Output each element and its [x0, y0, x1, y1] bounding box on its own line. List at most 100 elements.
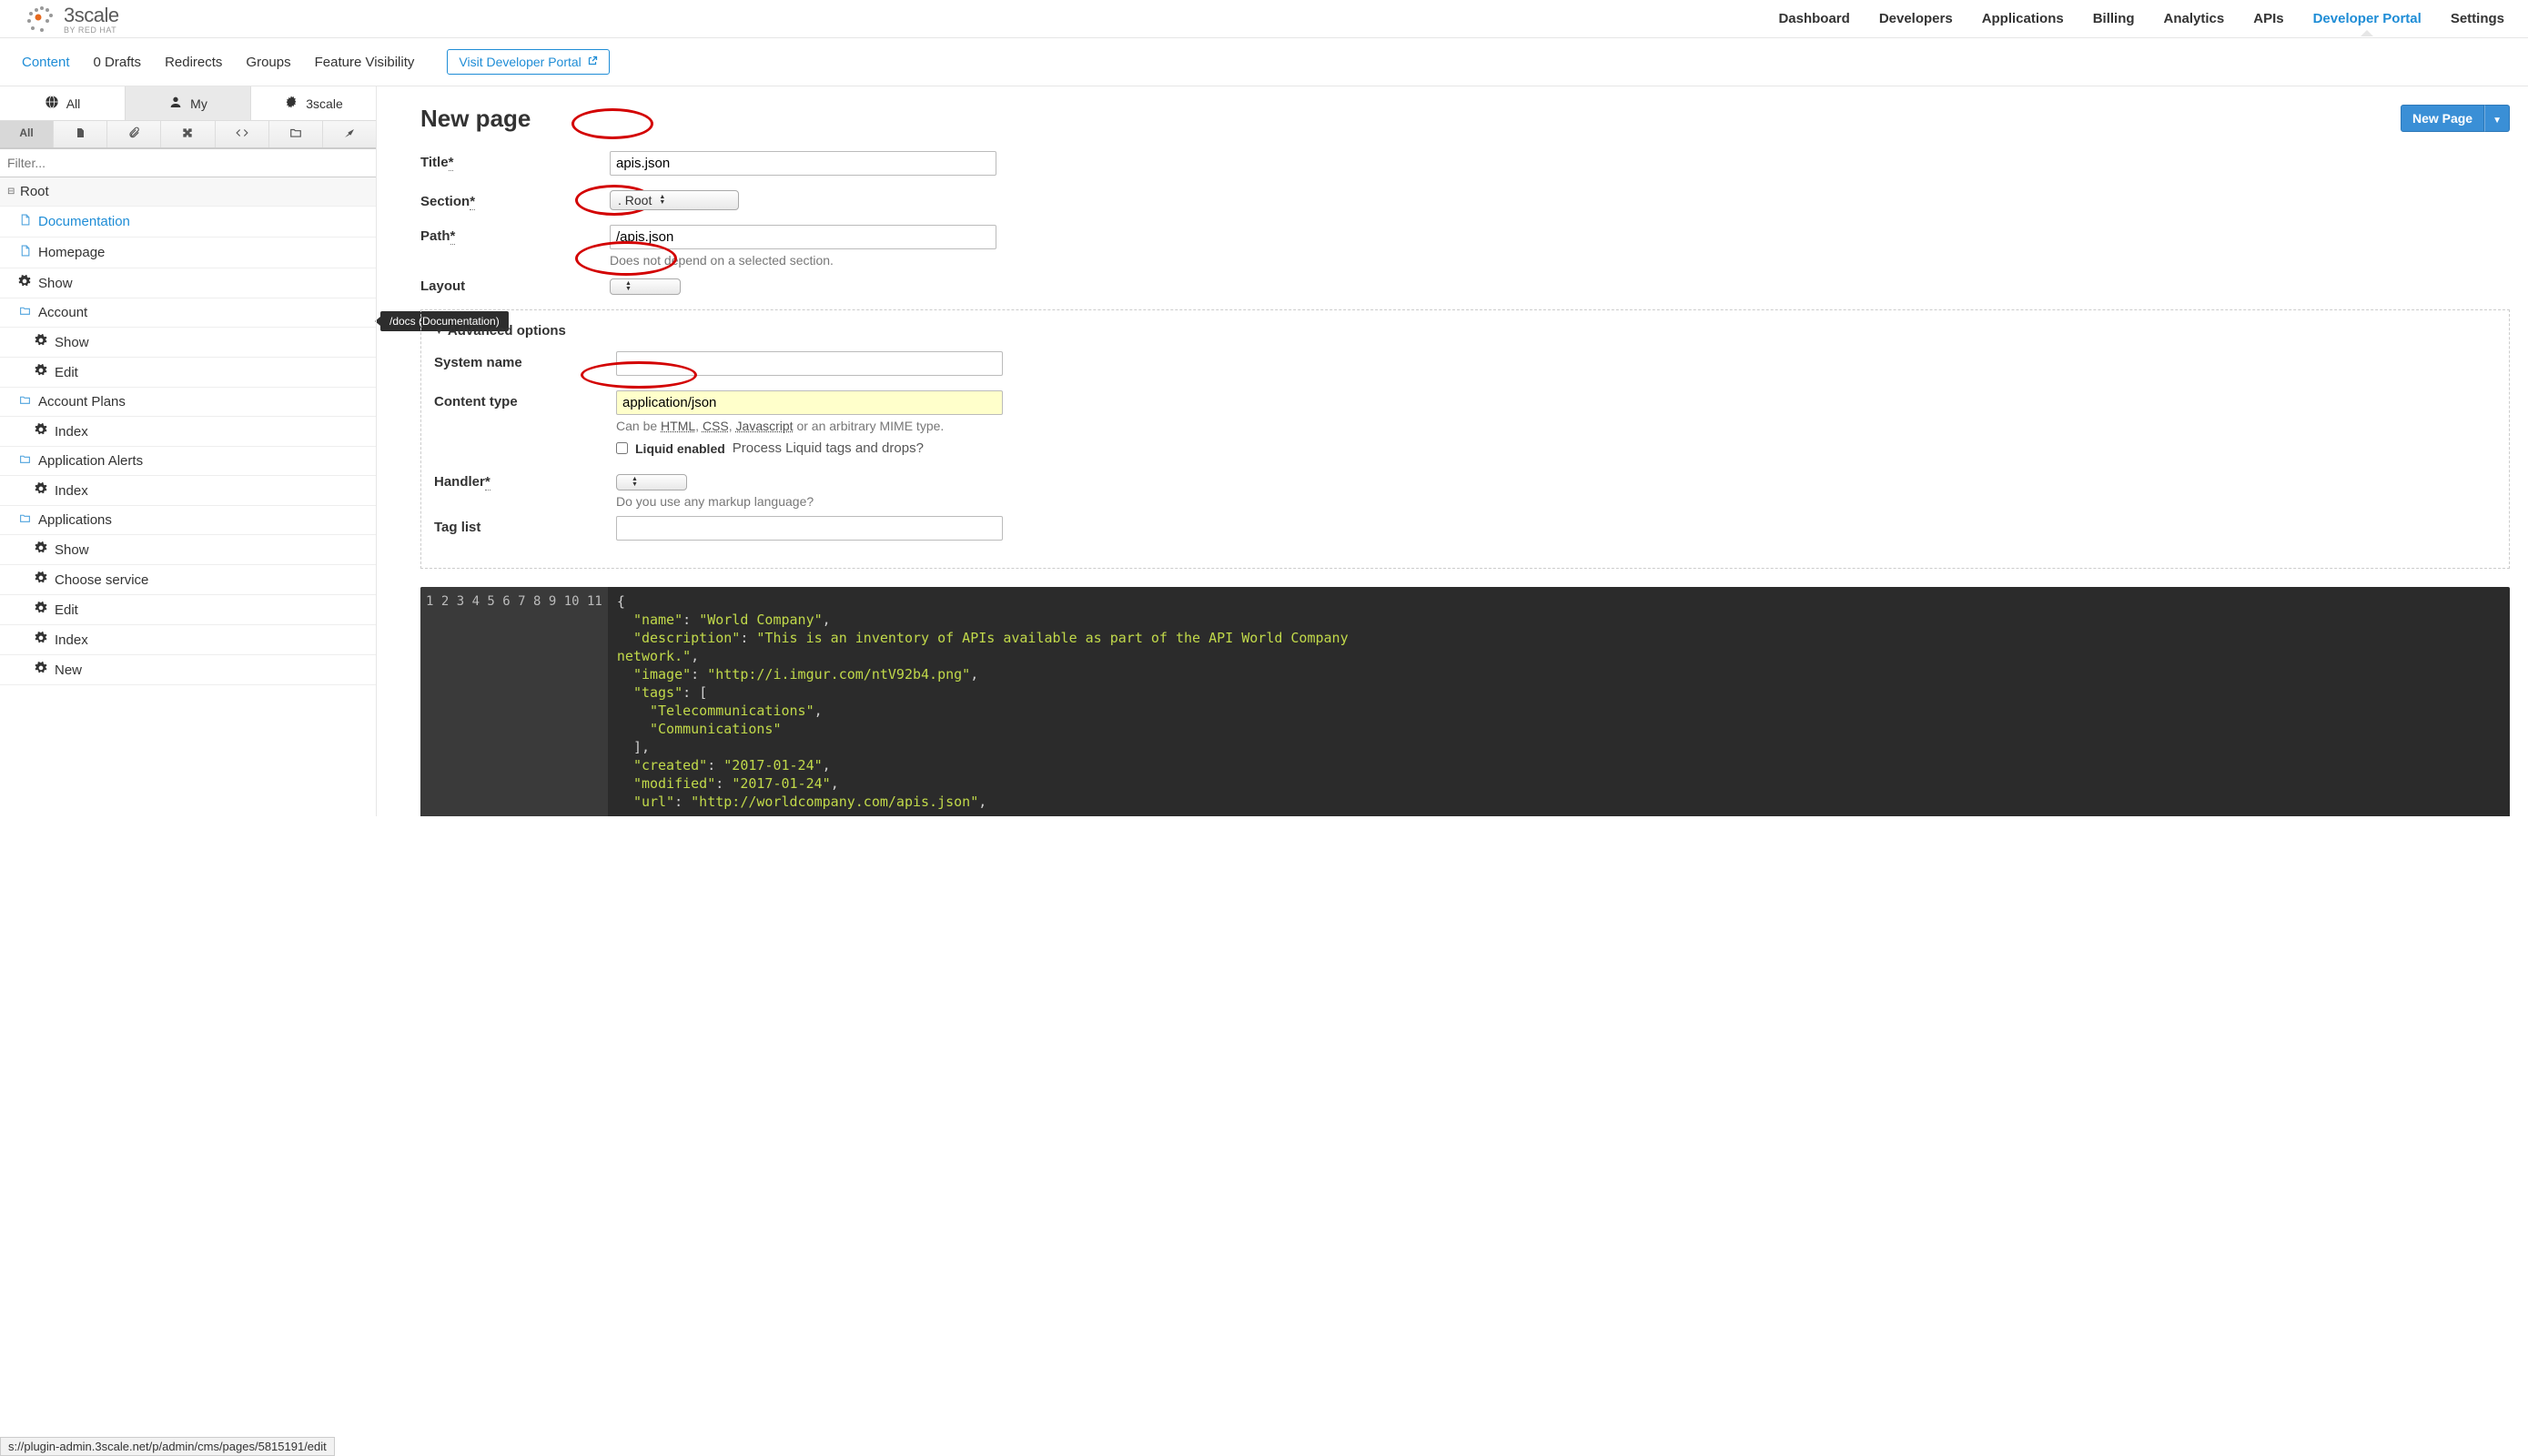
- tree-item[interactable]: Applications: [0, 506, 376, 535]
- logo-subtext: BY RED HAT: [64, 25, 119, 35]
- editor-gutter: 1 2 3 4 5 6 7 8 9 10 11: [420, 587, 608, 816]
- tree-item[interactable]: Homepage: [0, 238, 376, 268]
- tree-item-label: Show: [55, 542, 89, 558]
- globe-icon: [45, 95, 59, 112]
- section-value: . Root: [618, 193, 652, 207]
- row-section: Section* . Root ▲▼: [420, 190, 2510, 210]
- scope-3scale[interactable]: 3scale: [251, 86, 376, 120]
- type-pin-icon[interactable]: [323, 121, 376, 147]
- type-file-icon[interactable]: [54, 121, 107, 147]
- select-arrows-icon: ▲▼: [625, 281, 632, 292]
- nav-developer-portal[interactable]: Developer Portal: [2311, 2, 2423, 35]
- tree-item[interactable]: Account Plans: [0, 388, 376, 417]
- section-select[interactable]: . Root ▲▼: [610, 190, 739, 210]
- gear-icon: [33, 334, 49, 350]
- layout-select[interactable]: ▲▼: [610, 278, 681, 295]
- type-folder-icon[interactable]: [269, 121, 323, 147]
- tree-item[interactable]: Index: [0, 417, 376, 447]
- help-css-link[interactable]: CSS: [703, 419, 729, 433]
- subnav-redirects[interactable]: Redirects: [165, 55, 222, 70]
- tree-item[interactable]: Show: [0, 535, 376, 565]
- folder-icon: [16, 305, 33, 320]
- label-path: Path*: [420, 225, 610, 244]
- page-icon: [16, 213, 33, 230]
- folder-icon: [16, 453, 33, 469]
- tree-item[interactable]: Index: [0, 476, 376, 506]
- scope-all[interactable]: All: [0, 86, 126, 120]
- gear-icon: [16, 275, 33, 291]
- tree-item[interactable]: Edit: [0, 358, 376, 388]
- nav-applications[interactable]: Applications: [1980, 2, 2066, 35]
- type-all[interactable]: All: [0, 121, 54, 147]
- subnav-content[interactable]: Content: [22, 55, 70, 70]
- type-puzzle-icon[interactable]: [161, 121, 215, 147]
- select-arrows-icon: ▲▼: [659, 195, 665, 206]
- gear-icon: [33, 482, 49, 499]
- filter-wrap: [0, 148, 376, 177]
- scope-my[interactable]: My: [126, 86, 251, 120]
- new-page-button[interactable]: New Page: [2401, 105, 2484, 132]
- tree-item-label: Documentation: [38, 214, 130, 229]
- subnav-drafts[interactable]: 0 Drafts: [94, 55, 142, 70]
- nav-analytics[interactable]: Analytics: [2162, 2, 2227, 35]
- tree-item-label: Show: [55, 335, 89, 350]
- visit-button-label: Visit Developer Portal: [459, 55, 581, 69]
- scope-tabs: All My 3scale: [0, 86, 376, 121]
- type-code-icon[interactable]: [216, 121, 269, 147]
- gear-icon: [33, 423, 49, 440]
- row-taglist: Tag list: [434, 516, 2496, 541]
- tree-item[interactable]: Show: [0, 328, 376, 358]
- gear-icon: [284, 95, 298, 112]
- nav-settings[interactable]: Settings: [2449, 2, 2506, 35]
- label-section: Section*: [420, 190, 610, 209]
- liquid-label: Liquid enabled: [635, 441, 725, 456]
- path-help: Does not depend on a selected section.: [610, 253, 2510, 268]
- row-liquid: Liquid enabled Process Liquid tags and d…: [434, 440, 2496, 456]
- filter-input[interactable]: [0, 148, 376, 177]
- help-html-link[interactable]: HTML: [661, 419, 695, 433]
- nav-apis[interactable]: APIs: [2251, 2, 2285, 35]
- code-editor[interactable]: 1 2 3 4 5 6 7 8 9 10 11 { "name": "World…: [420, 587, 2510, 816]
- tree-item[interactable]: Account: [0, 298, 376, 328]
- type-attachment-icon[interactable]: [107, 121, 161, 147]
- content-type-input[interactable]: [616, 390, 1003, 415]
- tree-root[interactable]: ⊟ Root: [0, 177, 376, 207]
- tree-item[interactable]: Edit: [0, 595, 376, 625]
- tree-item[interactable]: Show: [0, 268, 376, 298]
- tree-item-label: Index: [55, 483, 88, 499]
- subnav-feature-visibility[interactable]: Feature Visibility: [315, 55, 415, 70]
- visit-developer-portal-button[interactable]: Visit Developer Portal: [447, 49, 609, 75]
- nav-dashboard[interactable]: Dashboard: [1776, 2, 1851, 35]
- folder-icon: [16, 512, 33, 528]
- tree-item[interactable]: New: [0, 655, 376, 685]
- subnav-groups[interactable]: Groups: [246, 55, 290, 70]
- nav-developers[interactable]: Developers: [1877, 2, 1955, 35]
- external-link-icon: [587, 55, 598, 69]
- tree-item[interactable]: Documentation: [0, 207, 376, 238]
- liquid-checkbox[interactable]: [616, 442, 628, 454]
- scope-my-label: My: [190, 96, 207, 111]
- tree-item[interactable]: Application Alerts: [0, 447, 376, 476]
- user-icon: [168, 95, 183, 112]
- select-arrows-icon: ▲▼: [632, 477, 638, 488]
- logo: 3scale BY RED HAT: [22, 1, 119, 37]
- path-input[interactable]: [610, 225, 996, 249]
- advanced-toggle[interactable]: ▼ Advanced options: [434, 323, 2496, 339]
- top-nav: Dashboard Developers Applications Billin…: [1776, 2, 2506, 35]
- taglist-input[interactable]: [616, 516, 1003, 541]
- type-filter-row: All: [0, 121, 376, 148]
- tree-item[interactable]: Index: [0, 625, 376, 655]
- title-input[interactable]: [610, 151, 996, 176]
- tree-item-label: Application Alerts: [38, 453, 143, 469]
- nav-billing[interactable]: Billing: [2091, 2, 2137, 35]
- new-page-dropdown-button[interactable]: ▼: [2484, 105, 2510, 132]
- system-name-input[interactable]: [616, 351, 1003, 376]
- tree-item[interactable]: Choose service: [0, 565, 376, 595]
- right-panel: New page New Page ▼ Title* Section* . Ro…: [376, 86, 2528, 816]
- tree-item-label: Account: [38, 305, 87, 320]
- help-js-link[interactable]: Javascript: [736, 419, 794, 433]
- advanced-options: ▼ Advanced options System name Content t…: [420, 309, 2510, 569]
- advanced-label: Advanced options: [448, 323, 566, 339]
- subnav: Content 0 Drafts Redirects Groups Featur…: [0, 38, 2528, 86]
- handler-select[interactable]: ▲▼: [616, 474, 687, 490]
